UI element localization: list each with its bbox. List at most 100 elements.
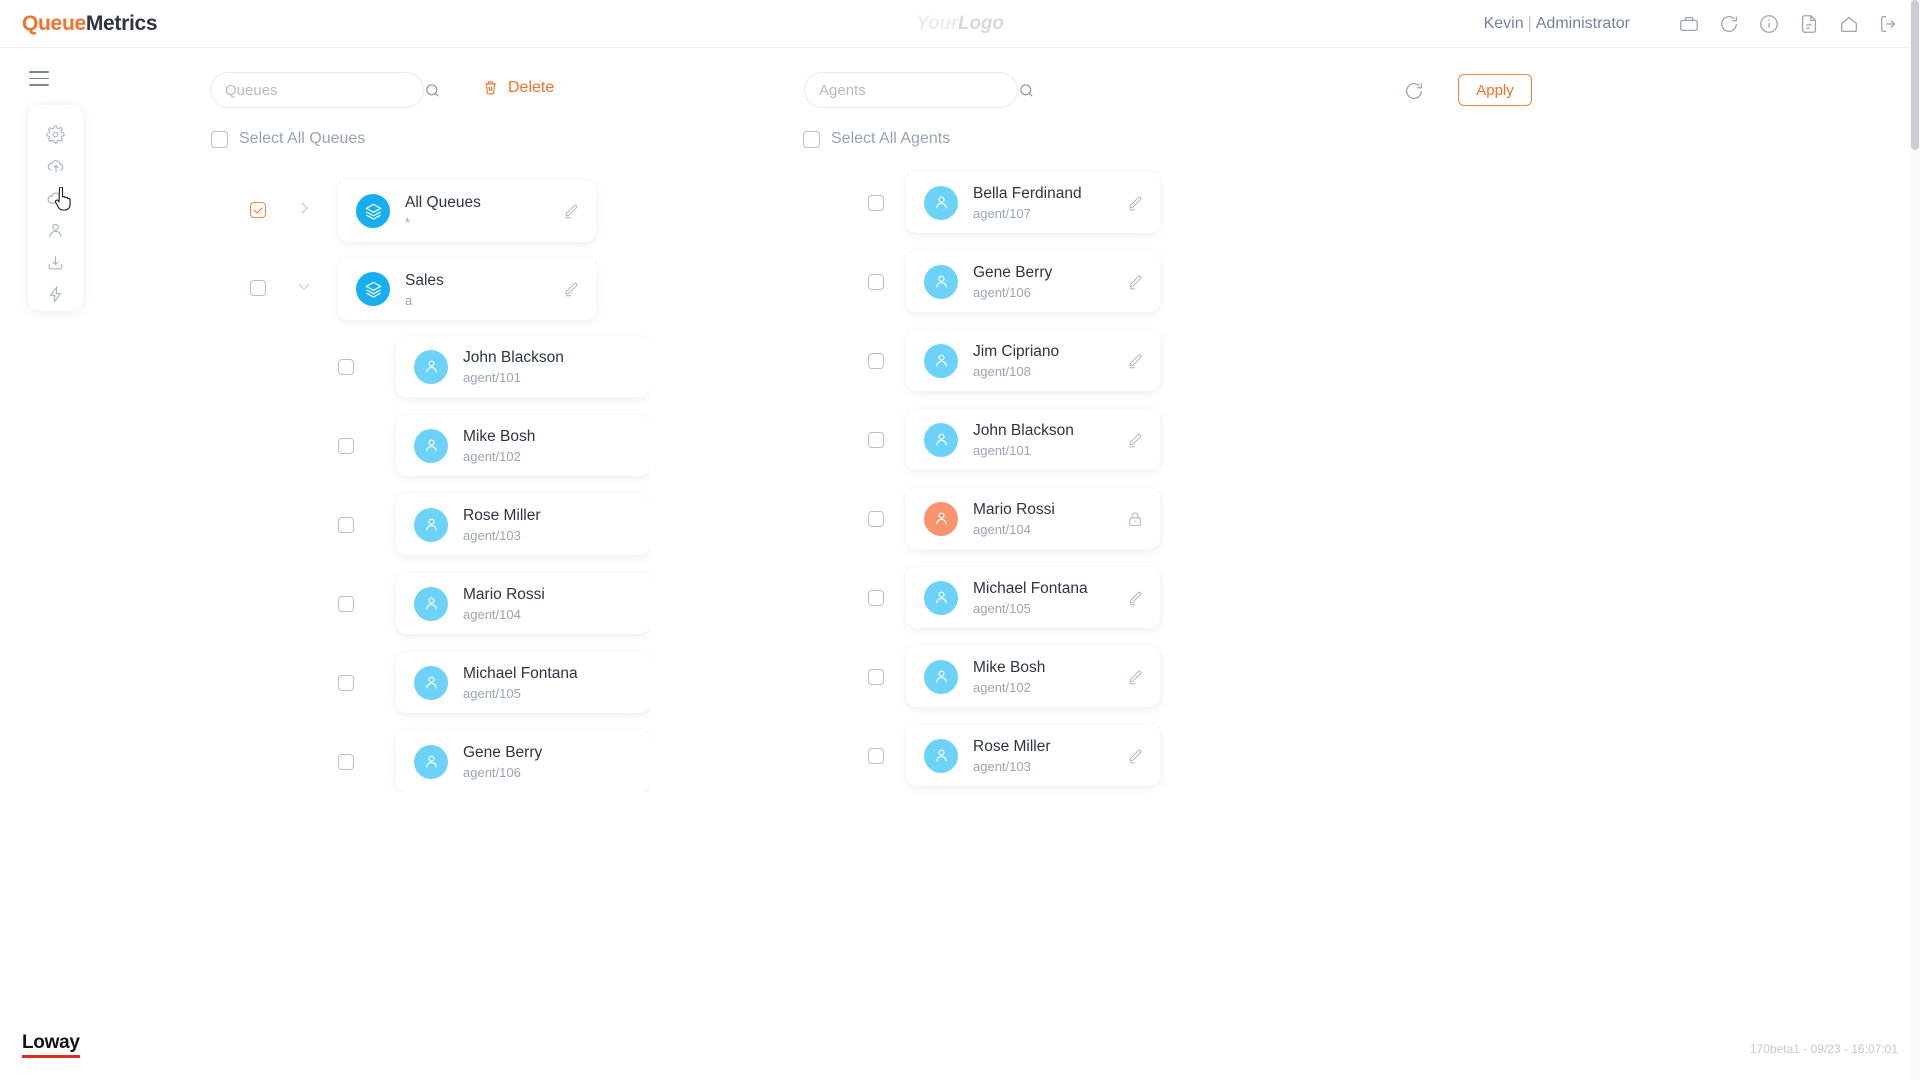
sidebar-item-realtime[interactable] — [39, 278, 73, 310]
select-all-queues-checkbox[interactable] — [211, 130, 228, 148]
agent-card[interactable]: Mario Rossi agent/104 — [906, 488, 1160, 549]
sidebar-item-settings[interactable] — [39, 118, 73, 150]
queue-agent-card[interactable]: Mike Bosh agent/102 — [396, 415, 650, 476]
queue-agent-row[interactable]: John Blackson agent/101 — [210, 328, 650, 407]
agent-card[interactable]: Rose Miller agent/103 — [906, 725, 1160, 786]
person-icon — [425, 597, 437, 610]
chevron-down-icon — [298, 283, 310, 290]
agent-row-checkbox[interactable] — [868, 432, 884, 448]
agent-edit-button[interactable] — [1126, 352, 1144, 370]
agent-row[interactable]: Mario Rossi agent/104 — [804, 480, 1424, 559]
agent-id: agent/103 — [973, 759, 1031, 774]
agent-row-checkbox[interactable] — [868, 748, 884, 764]
agent-row[interactable]: John Blackson agent/101 — [804, 401, 1424, 480]
queue-row[interactable]: All Queues * — [210, 172, 650, 250]
queue-agent-card[interactable]: Rose Miller agent/103 — [396, 494, 650, 555]
apply-button[interactable]: Apply — [1458, 74, 1532, 106]
person-icon — [935, 433, 947, 446]
queue-agent-row[interactable]: Mario Rossi agent/104 — [210, 565, 650, 644]
select-all-agents[interactable]: Select All Agents — [803, 130, 950, 148]
page-scrollbar[interactable] — [1910, 0, 1920, 1080]
agent-row-checkbox[interactable] — [868, 274, 884, 290]
queue-agent-checkbox[interactable] — [338, 675, 354, 691]
app-logo[interactable]: QueueMetrics — [22, 12, 158, 36]
sidebar-item-download[interactable] — [39, 246, 73, 278]
queue-agent-checkbox[interactable] — [338, 517, 354, 533]
queues-search-box[interactable] — [210, 72, 439, 108]
agent-row-checkbox[interactable] — [868, 590, 884, 606]
sidebar-item-cloud-upload[interactable] — [39, 150, 73, 182]
queue-agent-row[interactable]: Gene Berry agent/106 — [210, 723, 650, 792]
queue-expand-toggle[interactable] — [295, 199, 313, 217]
queue-agent-card[interactable]: John Blackson agent/101 — [396, 336, 650, 397]
briefcase-icon[interactable] — [1678, 13, 1700, 35]
agent-edit-button[interactable] — [1126, 431, 1144, 449]
agent-row-checkbox[interactable] — [868, 353, 884, 369]
info-icon[interactable] — [1758, 13, 1780, 35]
agent-row[interactable]: Michael Fontana agent/105 — [804, 559, 1424, 638]
agents-search-box[interactable] — [804, 72, 1033, 108]
agent-row-checkbox[interactable] — [868, 195, 884, 211]
agent-card[interactable]: John Blackson agent/101 — [906, 409, 1160, 470]
queue-row[interactable]: Sales a — [210, 250, 650, 328]
queue-agent-checkbox[interactable] — [338, 359, 354, 375]
refresh-icon[interactable] — [1718, 13, 1740, 35]
agent-row[interactable]: Rose Miller agent/103 — [804, 717, 1424, 796]
document-icon[interactable] — [1798, 13, 1820, 35]
agent-avatar — [414, 665, 448, 700]
queue-agent-row[interactable]: Michael Fontana agent/105 — [210, 644, 650, 723]
agent-card[interactable]: Jim Cipriano agent/108 — [906, 330, 1160, 391]
pencil-icon — [1129, 275, 1142, 289]
logout-icon[interactable] — [1878, 13, 1900, 35]
queue-edit-button[interactable] — [562, 202, 580, 220]
queue-row-checkbox[interactable] — [250, 280, 266, 296]
queue-edit-button[interactable] — [562, 280, 580, 298]
queue-row-checkbox[interactable] — [250, 202, 266, 218]
queues-search-input[interactable] — [225, 81, 424, 99]
scrollbar-thumb[interactable] — [1911, 0, 1919, 150]
agent-row[interactable]: Mike Bosh agent/102 — [804, 638, 1424, 717]
agent-card[interactable]: Gene Berry agent/106 — [906, 251, 1160, 312]
queue-agent-checkbox[interactable] — [338, 754, 354, 770]
select-all-agents-checkbox[interactable] — [803, 130, 820, 148]
queue-agent-card[interactable]: Mario Rossi agent/104 — [396, 573, 650, 634]
queue-agent-checkbox[interactable] — [338, 596, 354, 612]
sidebar-item-cloud[interactable] — [39, 182, 73, 214]
user-role: Administrator — [1535, 14, 1630, 32]
agent-row[interactable]: Bella Ferdinand agent/107 — [804, 164, 1424, 243]
agent-card[interactable]: Mike Bosh agent/102 — [906, 646, 1160, 707]
pencil-icon — [1129, 354, 1142, 368]
agent-edit-button[interactable] — [1126, 747, 1144, 765]
refresh-button[interactable] — [1403, 80, 1425, 102]
agent-row[interactable]: Jim Cipriano agent/108 — [804, 322, 1424, 401]
home-icon[interactable] — [1838, 13, 1860, 35]
queue-agent-card[interactable]: Gene Berry agent/106 — [396, 731, 650, 792]
agent-row-checkbox[interactable] — [868, 511, 884, 527]
queue-agent-row[interactable]: Mike Bosh agent/102 — [210, 407, 650, 486]
agent-row[interactable]: Gene Berry agent/106 — [804, 243, 1424, 322]
sidebar-item-user[interactable] — [39, 214, 73, 246]
agent-name: Mario Rossi — [463, 586, 545, 603]
select-all-queues[interactable]: Select All Queues — [211, 130, 365, 148]
agent-card[interactable]: Bella Ferdinand agent/107 — [906, 172, 1160, 233]
queue-expand-toggle[interactable] — [295, 277, 313, 295]
agent-card[interactable]: Michael Fontana agent/105 — [906, 567, 1160, 628]
agent-edit-button[interactable] — [1126, 668, 1144, 686]
agent-row-checkbox[interactable] — [868, 669, 884, 685]
menu-toggle-icon[interactable] — [29, 71, 49, 87]
agent-edit-button[interactable] — [1126, 194, 1144, 212]
queue-agent-row[interactable]: Rose Miller agent/103 — [210, 486, 650, 565]
queue-agent-checkbox[interactable] — [338, 438, 354, 454]
agent-lock-button[interactable] — [1126, 510, 1144, 528]
agent-edit-button[interactable] — [1126, 273, 1144, 291]
queue-card[interactable]: Sales a — [338, 258, 596, 320]
search-icon[interactable] — [1018, 82, 1035, 99]
delete-button[interactable]: Delete — [482, 78, 554, 97]
agent-id: agent/108 — [973, 364, 1031, 379]
agents-search-input[interactable] — [819, 81, 1018, 99]
queue-card[interactable]: All Queues * — [338, 180, 596, 242]
search-icon[interactable] — [424, 82, 441, 99]
select-all-queues-label: Select All Queues — [239, 130, 366, 147]
agent-edit-button[interactable] — [1126, 589, 1144, 607]
queue-agent-card[interactable]: Michael Fontana agent/105 — [396, 652, 650, 713]
